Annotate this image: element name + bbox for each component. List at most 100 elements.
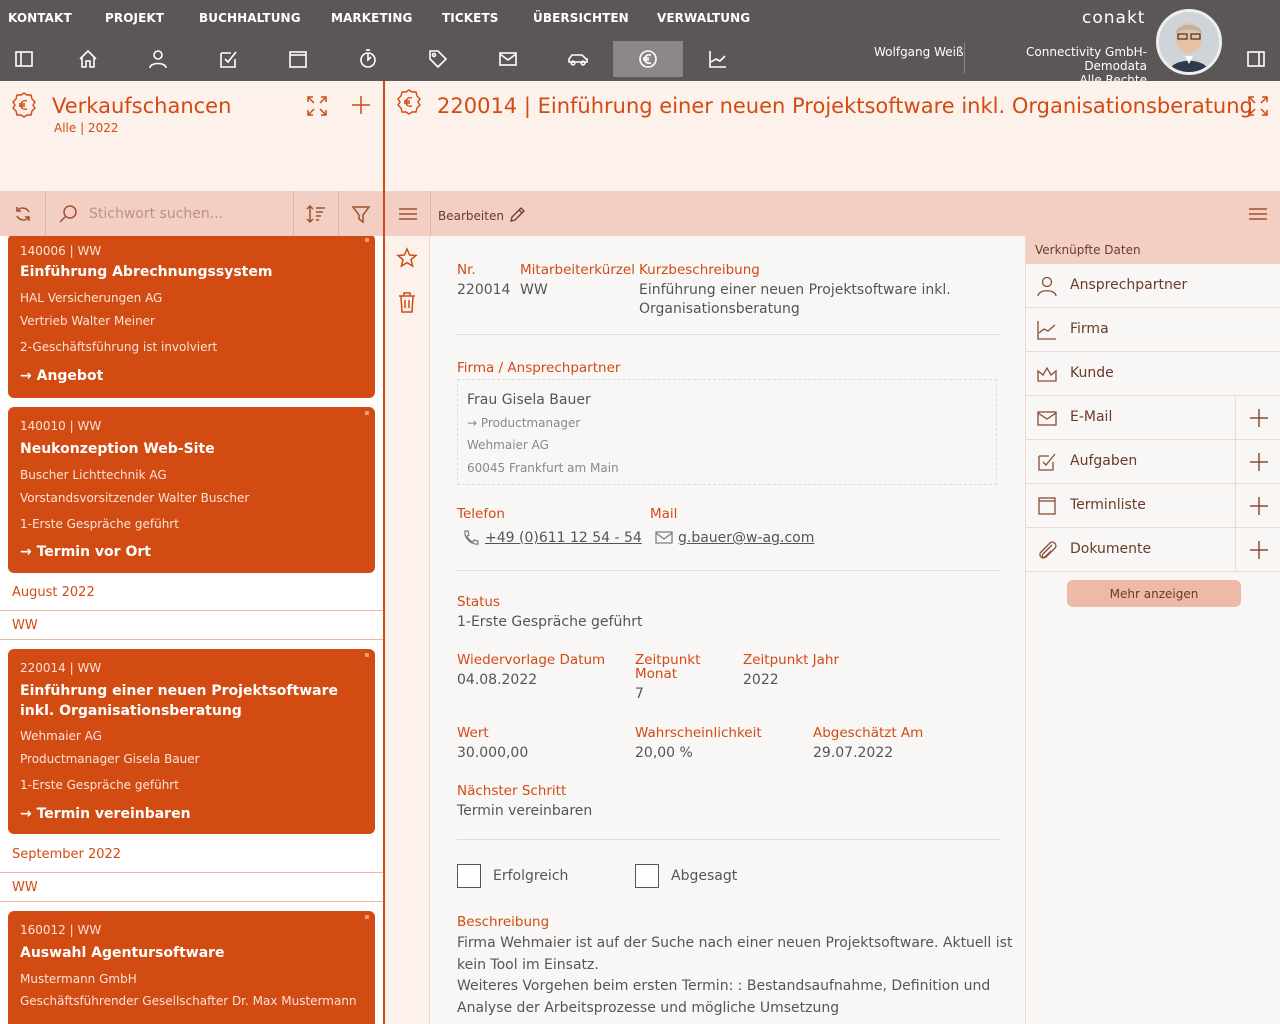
contact-city: 60045 Frankfurt am Main (467, 461, 619, 475)
card-status: 1-Erste Gespräche geführt (20, 517, 179, 531)
card-next-step: → Termin vor Ort (20, 544, 151, 560)
tasks-icon (1036, 451, 1058, 477)
add-task-button[interactable] (1235, 440, 1280, 483)
add-document-button[interactable] (1235, 528, 1280, 571)
toolbar-separator (430, 191, 431, 236)
linked-item-kunde[interactable]: Kunde (1026, 352, 1280, 396)
person-icon[interactable] (123, 41, 193, 77)
sort-icon[interactable] (293, 191, 338, 236)
linked-item-label: Ansprechpartner (1070, 277, 1188, 293)
user-name: Wolfgang Weiß (874, 45, 964, 59)
card-title: Auswahl Agentursoftware (20, 945, 225, 961)
beschreibung-label: Beschreibung (457, 914, 550, 930)
mail-icon[interactable] (473, 41, 543, 77)
owner-group-header: WW (0, 612, 383, 640)
linked-data-header: Verknüpfte Daten (1026, 236, 1280, 264)
card-company: Mustermann GmbH (20, 972, 137, 986)
chart-icon (1036, 319, 1058, 345)
linked-item-label: Terminliste (1070, 497, 1146, 513)
linked-item-aufgaben[interactable]: Aufgaben (1026, 440, 1280, 484)
naechster-schritt-value: Termin vereinbaren (457, 803, 593, 819)
contact-box[interactable]: Frau Gisela Bauer → Productmanager Wehma… (457, 379, 997, 485)
wiedervorlage-value: 04.08.2022 (457, 672, 538, 688)
euro-icon (11, 92, 37, 122)
home-icon[interactable] (53, 41, 123, 77)
divider (457, 570, 1001, 571)
card-number: 160012 | WW (20, 923, 102, 937)
linked-item-dokumente[interactable]: Dokumente (1026, 528, 1280, 572)
icon-toolbar: Wolfgang Weiß Connectivity GmbH-Demodata… (0, 38, 1280, 87)
beschreibung-line-2: kein Tool im Einsatz. (457, 957, 599, 973)
linked-data-title: Verknüpfte Daten (1035, 243, 1141, 257)
mail-label: Mail (650, 506, 678, 522)
opportunity-card[interactable]: 140010 | WW Neukonzeption Web-Site Busch… (8, 407, 375, 573)
trash-icon[interactable] (397, 291, 417, 317)
beschreibung-line-4: Analyse der Arbeitsprozesse und mögliche… (457, 1000, 840, 1016)
sidebar-toggle-icon[interactable] (0, 41, 59, 77)
wahrscheinlichkeit-label: Wahrscheinlichkeit (635, 725, 762, 741)
calendar-icon[interactable] (263, 41, 333, 77)
more-menu-icon[interactable] (1235, 191, 1280, 236)
add-email-button[interactable] (1235, 396, 1280, 439)
expand-icon[interactable] (306, 95, 328, 121)
add-icon[interactable] (350, 94, 372, 120)
contact-salutation: Frau (467, 392, 502, 408)
opportunity-card[interactable]: 220014 | WW Einführung einer neuen Proje… (8, 649, 375, 834)
month-group-header: August 2022 (0, 575, 383, 611)
linked-item-firma[interactable]: Firma (1026, 308, 1280, 352)
filter-icon[interactable] (338, 191, 383, 236)
contact-company: Wehmaier AG (467, 438, 549, 452)
search-input[interactable]: Stichwort suchen... (89, 206, 223, 222)
linked-item-terminliste[interactable]: Terminliste (1026, 484, 1280, 528)
list-header: Verkaufschancen Alle | 2022 (0, 81, 383, 191)
abgesagt-checkbox[interactable] (635, 864, 659, 888)
right-panel-toggle-icon[interactable] (1221, 41, 1280, 77)
owner-label: WW (12, 880, 38, 895)
card-marker (365, 411, 369, 415)
expand-icon[interactable] (1247, 95, 1269, 121)
card-next-step-label: Termin vor Ort (36, 544, 151, 560)
timer-icon[interactable] (333, 41, 403, 77)
abgeschaetzt-label: Abgeschätzt Am (813, 725, 924, 741)
mail-link[interactable]: g.bauer@w-ag.com (678, 529, 814, 548)
tag-icon[interactable] (403, 41, 473, 77)
card-contact: Geschäftsführender Gesellschafter Dr. Ma… (20, 994, 357, 1008)
add-appointment-button[interactable] (1235, 484, 1280, 527)
chart-icon[interactable] (683, 41, 753, 77)
linked-data-panel: Verknüpfte Daten Ansprechpartner Firma K… (1025, 236, 1280, 1024)
owner-group-header: WW (0, 874, 383, 902)
linked-item-label: Dokumente (1070, 541, 1152, 557)
naechster-schritt-label: Nächster Schritt (457, 783, 567, 799)
star-icon[interactable] (396, 247, 418, 273)
linked-item-ansprechpartner[interactable]: Ansprechpartner (1026, 264, 1280, 308)
conakt-logo: conakt (1082, 8, 1146, 28)
car-icon[interactable] (543, 41, 613, 77)
opportunity-card[interactable]: 160012 | WW Auswahl Agentursoftware Must… (8, 911, 375, 1024)
mitarbeiter-label: Mitarbeiterkürzel (520, 262, 635, 278)
menu-marketing[interactable]: MARKETING (331, 11, 412, 25)
menu-uebersichten[interactable]: ÜBERSICHTEN (533, 11, 629, 25)
month-label: August 2022 (12, 585, 95, 600)
phone-link[interactable]: +49 (0)611 12 54 - 54 (485, 529, 642, 548)
menu-buchhaltung[interactable]: BUCHHALTUNG (199, 11, 301, 25)
edit-button[interactable]: Bearbeiten (438, 206, 526, 224)
erfolgreich-checkbox[interactable] (457, 864, 481, 888)
euro-gear-icon[interactable] (613, 41, 683, 77)
menu-tickets[interactable]: TICKETS (442, 11, 498, 25)
wert-label: Wert (457, 725, 489, 741)
user-avatar[interactable] (1156, 9, 1222, 75)
card-marker (365, 238, 369, 242)
linked-item-email[interactable]: E-Mail (1026, 396, 1280, 440)
menu-icon[interactable] (385, 191, 430, 236)
refresh-icon[interactable] (0, 191, 45, 236)
show-more-button[interactable]: Mehr anzeigen (1067, 580, 1241, 607)
menu-projekt[interactable]: PROJEKT (105, 11, 164, 25)
card-status: 2-Geschäftsführung ist involviert (20, 340, 218, 354)
tasks-icon[interactable] (193, 41, 263, 77)
menu-verwaltung[interactable]: VERWALTUNG (657, 11, 750, 25)
opportunity-detail: Nr. Mitarbeiterkürzel Kurzbeschreibung 2… (431, 236, 1025, 1024)
contact-role: → Productmanager (467, 416, 581, 430)
opportunity-card[interactable]: 140006 | WW Einführung Abrechnungssystem… (8, 236, 375, 398)
card-title: Einführung Abrechnungssystem (20, 264, 273, 280)
menu-kontakt[interactable]: KONTAKT (8, 11, 72, 25)
